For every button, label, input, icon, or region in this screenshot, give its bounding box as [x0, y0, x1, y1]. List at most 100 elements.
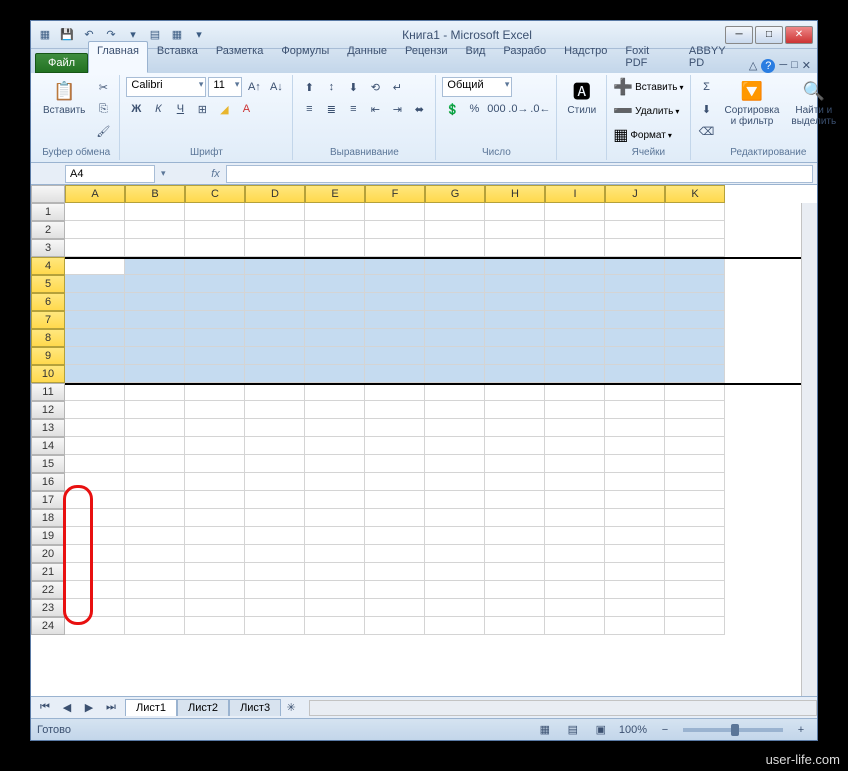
- cell-B7[interactable]: [125, 311, 185, 329]
- cell-D8[interactable]: [245, 329, 305, 347]
- cell-K5[interactable]: [665, 275, 725, 293]
- fill-icon[interactable]: ⬇: [697, 99, 717, 119]
- cell-I8[interactable]: [545, 329, 605, 347]
- cell-H24[interactable]: [485, 617, 545, 635]
- zoom-out-icon[interactable]: −: [655, 720, 675, 740]
- cell-J12[interactable]: [605, 401, 665, 419]
- cell-E16[interactable]: [305, 473, 365, 491]
- sheet-nav-prev-icon[interactable]: ◀: [57, 698, 77, 718]
- cell-G9[interactable]: [425, 347, 485, 365]
- cell-I11[interactable]: [545, 383, 605, 401]
- excel-icon[interactable]: ▦: [35, 25, 55, 45]
- cell-D14[interactable]: [245, 437, 305, 455]
- zoom-slider[interactable]: [683, 728, 783, 732]
- name-box[interactable]: [65, 165, 155, 183]
- cell-A1[interactable]: [65, 203, 125, 221]
- row-header-11[interactable]: 11: [31, 383, 65, 401]
- find-select-button[interactable]: 🔍 Найти и выделить: [787, 77, 840, 129]
- cell-I23[interactable]: [545, 599, 605, 617]
- cell-E3[interactable]: [305, 239, 365, 257]
- cell-K9[interactable]: [665, 347, 725, 365]
- cell-J7[interactable]: [605, 311, 665, 329]
- cell-G14[interactable]: [425, 437, 485, 455]
- cell-C21[interactable]: [185, 563, 245, 581]
- cell-I14[interactable]: [545, 437, 605, 455]
- cell-K24[interactable]: [665, 617, 725, 635]
- formula-input[interactable]: [226, 165, 813, 183]
- cell-C8[interactable]: [185, 329, 245, 347]
- cell-G11[interactable]: [425, 383, 485, 401]
- cell-I19[interactable]: [545, 527, 605, 545]
- cell-K19[interactable]: [665, 527, 725, 545]
- column-header-C[interactable]: C: [185, 185, 245, 203]
- cell-H20[interactable]: [485, 545, 545, 563]
- cell-G18[interactable]: [425, 509, 485, 527]
- cell-B6[interactable]: [125, 293, 185, 311]
- bold-button[interactable]: Ж: [126, 99, 146, 119]
- cell-H18[interactable]: [485, 509, 545, 527]
- cell-E4[interactable]: [305, 257, 365, 275]
- help-icon[interactable]: ?: [761, 59, 775, 73]
- cell-H13[interactable]: [485, 419, 545, 437]
- ribbon-minimize-icon[interactable]: △: [749, 59, 757, 73]
- cell-E19[interactable]: [305, 527, 365, 545]
- column-header-A[interactable]: A: [65, 185, 125, 203]
- tab-foxit pdf[interactable]: Foxit PDF: [616, 41, 680, 73]
- cell-J14[interactable]: [605, 437, 665, 455]
- cell-D10[interactable]: [245, 365, 305, 383]
- cell-A15[interactable]: [65, 455, 125, 473]
- cell-I21[interactable]: [545, 563, 605, 581]
- cell-F4[interactable]: [365, 257, 425, 275]
- cell-J23[interactable]: [605, 599, 665, 617]
- cell-H3[interactable]: [485, 239, 545, 257]
- cell-G1[interactable]: [425, 203, 485, 221]
- cell-D21[interactable]: [245, 563, 305, 581]
- cell-A11[interactable]: [65, 383, 125, 401]
- align-right-icon[interactable]: ≡: [343, 99, 363, 119]
- cell-H12[interactable]: [485, 401, 545, 419]
- cell-K23[interactable]: [665, 599, 725, 617]
- format-painter-icon[interactable]: 🖌: [93, 121, 113, 141]
- view-layout-icon[interactable]: ▤: [563, 720, 583, 740]
- decrease-indent-icon[interactable]: ⇤: [365, 99, 385, 119]
- cell-F9[interactable]: [365, 347, 425, 365]
- decrease-decimal-icon[interactable]: .0←: [530, 99, 550, 119]
- cell-I24[interactable]: [545, 617, 605, 635]
- cut-icon[interactable]: ✂: [93, 77, 113, 97]
- column-header-J[interactable]: J: [605, 185, 665, 203]
- cell-G15[interactable]: [425, 455, 485, 473]
- cell-C24[interactable]: [185, 617, 245, 635]
- cell-E13[interactable]: [305, 419, 365, 437]
- cell-K20[interactable]: [665, 545, 725, 563]
- cell-J8[interactable]: [605, 329, 665, 347]
- font-size-combo[interactable]: 11: [208, 77, 242, 97]
- cells-area[interactable]: [65, 203, 817, 696]
- cell-G12[interactable]: [425, 401, 485, 419]
- cell-B23[interactable]: [125, 599, 185, 617]
- cell-F2[interactable]: [365, 221, 425, 239]
- column-header-K[interactable]: K: [665, 185, 725, 203]
- cell-K4[interactable]: [665, 257, 725, 275]
- column-header-B[interactable]: B: [125, 185, 185, 203]
- cell-B4[interactable]: [125, 257, 185, 275]
- align-middle-icon[interactable]: ↕: [321, 77, 341, 97]
- row-header-7[interactable]: 7: [31, 311, 65, 329]
- cell-E10[interactable]: [305, 365, 365, 383]
- cell-K2[interactable]: [665, 221, 725, 239]
- cell-H14[interactable]: [485, 437, 545, 455]
- column-header-G[interactable]: G: [425, 185, 485, 203]
- cell-A3[interactable]: [65, 239, 125, 257]
- cell-G6[interactable]: [425, 293, 485, 311]
- cell-B18[interactable]: [125, 509, 185, 527]
- cell-I7[interactable]: [545, 311, 605, 329]
- insert-cells-button[interactable]: Вставить: [635, 82, 677, 93]
- cell-D2[interactable]: [245, 221, 305, 239]
- cell-A9[interactable]: [65, 347, 125, 365]
- cell-E18[interactable]: [305, 509, 365, 527]
- cell-B11[interactable]: [125, 383, 185, 401]
- cell-D4[interactable]: [245, 257, 305, 275]
- cell-B17[interactable]: [125, 491, 185, 509]
- cell-D17[interactable]: [245, 491, 305, 509]
- cell-C22[interactable]: [185, 581, 245, 599]
- cell-F3[interactable]: [365, 239, 425, 257]
